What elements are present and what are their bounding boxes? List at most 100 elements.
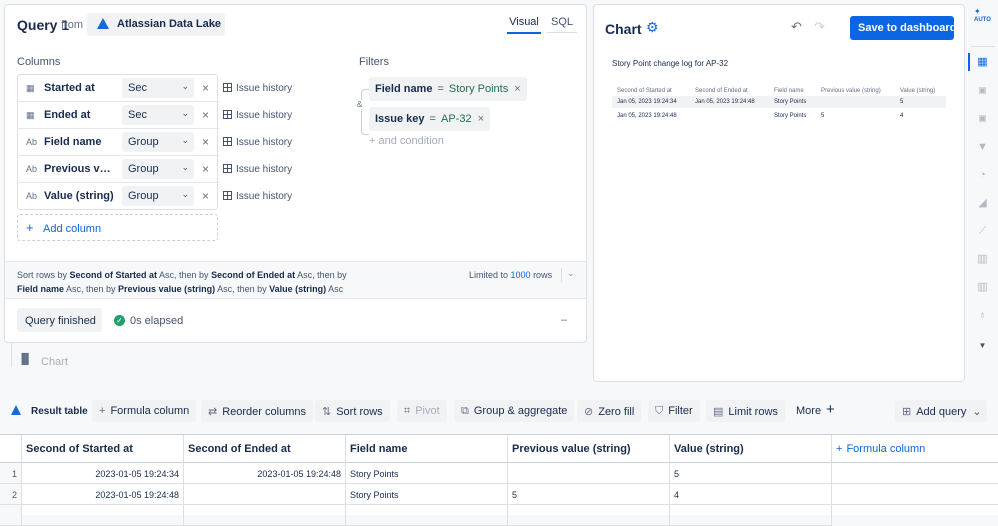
formula-column-header[interactable]: + Formula column [832,435,998,463]
reorder-icon: ⇄ [208,406,218,418]
column-row[interactable]: Ab Previous valu... Group ⌄ × [18,156,219,183]
column-header[interactable]: Value (string) [670,435,832,463]
column-row[interactable]: Ab Field name Group ⌄ × [18,129,219,156]
column-source[interactable]: Issue history [223,137,292,148]
limit-rows-button[interactable]: ▤ Limit rows [706,400,785,422]
table-cell[interactable]: 2023-01-05 19:24:48 [184,463,346,484]
remove-column-icon[interactable]: × [202,81,209,95]
chevron-down-icon: ⌄ [972,406,982,418]
aggregation-select[interactable]: Sec ⌄ [122,105,194,125]
column-header[interactable]: Field name [346,435,508,463]
funnel-icon[interactable]: ▼ [976,142,989,153]
source-name: Atlassian Data Lake [117,18,221,30]
group-aggregate-button[interactable]: ⧉ Group & aggregate [454,400,575,422]
table-cell[interactable]: 2023-01-05 19:24:48 [22,484,184,505]
table-cell[interactable]: 5 [508,484,670,505]
aggregation-select[interactable]: Group ⌄ [122,159,194,179]
table-cell[interactable] [184,484,346,505]
add-condition-button[interactable]: + and condition [369,135,444,147]
column-row[interactable]: Ab Value (string) Group ⌄ × [18,183,219,210]
area-chart-icon[interactable]: ◢ [976,198,989,209]
auto-label[interactable]: AUTO [974,17,991,23]
stacked-bar-icon[interactable]: ▥ [976,282,989,293]
chart-step-label[interactable]: Chart [41,356,68,368]
add-column-button[interactable]: + Add column [17,214,218,241]
remove-filter-icon[interactable]: × [478,113,484,125]
plus-icon[interactable]: + [826,401,835,418]
reorder-columns-button[interactable]: ⇄ Reorder columns [201,400,313,422]
column-source[interactable]: Issue history [223,83,292,94]
limit-text: Limited to [469,270,511,280]
auto-icon[interactable]: ✦ [974,7,981,16]
query-panel: Query 1 from Atlassian Data Lake ⌄ Visua… [4,4,587,343]
tab-visual[interactable]: Visual [507,16,541,34]
chart-type-rail: ✦ AUTO ▦ ▣ ▣ ▼ ◔ ◢ ⟋ ▥ ▥ ♁ ▼ [968,0,998,385]
column-header[interactable]: Second of Ended at [184,435,346,463]
filter-chip[interactable]: Issue key = AP-32 × [369,107,490,131]
single-value-icon[interactable]: ▣ [976,85,989,96]
aggregation-select[interactable]: Group ⌄ [122,186,194,206]
sort-summary[interactable]: Sort rows by Second of Started at Asc, t… [17,268,367,296]
table-cell[interactable] [832,463,998,484]
line-chart-icon[interactable]: ⟋ [976,226,989,237]
table-cell[interactable] [508,463,670,484]
gear-icon[interactable]: ⚙ [646,19,659,36]
add-query-button[interactable]: ⊞ Add query ⌄ [895,400,987,422]
aggregation-select[interactable]: Sec ⌄ [122,78,194,98]
remove-filter-icon[interactable]: × [514,83,520,95]
column-source[interactable]: Issue history [223,191,292,202]
sort-text: Asc, then by [64,284,119,294]
query-finished-button[interactable]: Query finished [17,308,102,332]
thermometer-icon[interactable]: ♁ [976,310,989,321]
column-source[interactable]: Issue history [223,110,292,121]
plus-icon: + [26,220,34,235]
tab-sql[interactable]: SQL [547,16,577,33]
table-icon [223,83,232,92]
bar-chart-icon[interactable]: ▥ [976,254,989,265]
multi-value-icon[interactable]: ▣ [976,113,989,124]
chart-table-cell: Story Points [774,99,807,105]
column-row[interactable]: ▦ Started at Sec ⌄ × [18,75,219,102]
limit-value: 1000 [510,270,531,280]
text-type-icon: Ab [26,164,38,174]
filter-chip[interactable]: Field name = Story Points × [369,77,527,101]
pie-chart-icon[interactable]: ◔ [976,170,989,181]
collapse-icon[interactable]: – [561,314,567,326]
limit-icon: ▤ [713,406,724,418]
filter-operator: = [429,113,436,125]
undo-icon[interactable]: ↶ [791,19,802,35]
remove-column-icon[interactable]: × [202,108,209,122]
table-cell[interactable]: Story Points [346,484,508,505]
more-button[interactable]: More [796,405,821,417]
filters-label: Filters [359,56,389,68]
remove-column-icon[interactable]: × [202,135,209,149]
chart-panel: Chart ⚙ ↶ ↷ Save to dashboard Story Poin… [593,4,965,382]
filter-button[interactable]: ⛉ Filter [648,400,700,422]
sort-rows-button[interactable]: ⇅ Sort rows [315,400,390,422]
column-row[interactable]: ▦ Ended at Sec ⌄ × [18,102,219,129]
column-source[interactable]: Issue history [223,164,292,175]
and-marker: & [357,100,363,109]
table-cell[interactable] [832,484,998,505]
formula-column-button[interactable]: + Formula column [92,400,197,422]
remove-column-icon[interactable]: × [202,162,209,176]
source-selector[interactable]: Atlassian Data Lake ⌄ [87,13,225,36]
chevron-down-icon[interactable]: ⌄ [567,268,575,279]
table-cell[interactable]: Story Points [346,463,508,484]
table-cell[interactable]: 4 [670,484,832,505]
table-cell[interactable]: 2023-01-05 19:24:34 [22,463,184,484]
redo-icon[interactable]: ↷ [814,19,825,35]
row-limit[interactable]: Limited to 1000 rows [469,270,552,280]
aggregation-select[interactable]: Group ⌄ [122,132,194,152]
table-chart-icon[interactable]: ▦ [976,57,989,68]
table-cell[interactable]: 5 [670,463,832,484]
sort-text: Sort rows by [17,270,70,280]
column-header[interactable]: Previous value (string) [508,435,670,463]
remove-column-icon[interactable]: × [202,189,209,203]
scroll-down-icon[interactable]: ▼ [976,340,989,351]
column-header[interactable]: Second of Started at [22,435,184,463]
save-to-dashboard-button[interactable]: Save to dashboard [850,16,956,40]
pivot-button[interactable]: ⌗ Pivot [397,400,447,422]
chevron-down-icon: ⌄ [181,189,189,199]
zero-fill-button[interactable]: ⊘ Zero fill [577,400,642,422]
